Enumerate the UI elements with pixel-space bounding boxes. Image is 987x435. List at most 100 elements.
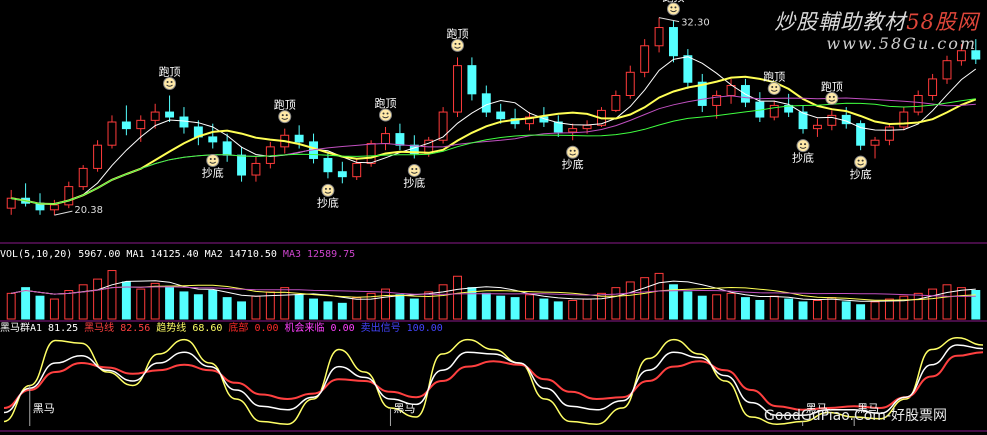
volume-bar bbox=[913, 292, 923, 320]
moving-average-line bbox=[11, 56, 977, 205]
volume-bar bbox=[942, 284, 952, 320]
candle-body bbox=[179, 116, 189, 128]
candle-body bbox=[467, 65, 477, 95]
smiley-eye bbox=[861, 159, 864, 162]
marker-label-top: 跑顶 bbox=[763, 69, 785, 83]
volume-bar bbox=[827, 297, 837, 320]
volume-bar bbox=[150, 282, 160, 320]
volume-bar bbox=[193, 294, 203, 320]
smiley-icon bbox=[666, 2, 680, 16]
candle-body bbox=[438, 111, 448, 141]
volume-bar bbox=[496, 295, 506, 320]
smiley-eye bbox=[458, 42, 461, 45]
marker-label-bottom: 抄底 bbox=[202, 166, 224, 180]
candle-body bbox=[453, 65, 462, 113]
volume-bar bbox=[798, 301, 808, 320]
volume-bar bbox=[481, 292, 491, 320]
price-low-label: 20.38 bbox=[74, 205, 103, 216]
marker-label-bottom: 抄底 bbox=[317, 195, 339, 209]
candle-body bbox=[93, 144, 103, 169]
watermark-url: www.58Gu.com bbox=[826, 34, 977, 53]
readout-item: 卖出信号 100.00 bbox=[360, 323, 443, 334]
marker-label-bottom: 抄底 bbox=[562, 157, 584, 171]
smiley-icon bbox=[825, 91, 839, 105]
candle-body bbox=[150, 111, 160, 121]
volume-bar bbox=[337, 302, 347, 320]
readout-item: 趋势线 68.60 bbox=[156, 323, 223, 334]
smiley-eye bbox=[573, 149, 576, 152]
candle-body bbox=[251, 162, 261, 176]
smiley-eye bbox=[415, 167, 418, 170]
stock-chart-canvas: 32.3020.38跑顶抄底跑顶抄底跑顶抄底跑顶抄底跑顶跑顶抄底跑顶抄底 黑马黑… bbox=[0, 0, 987, 432]
volume-bar bbox=[769, 295, 779, 320]
volume-bar bbox=[294, 294, 304, 320]
volume-bar bbox=[525, 294, 534, 320]
candle-body bbox=[611, 94, 621, 111]
marker-label-top: 跑顶 bbox=[274, 98, 296, 112]
marker-label-bottom: 抄底 bbox=[850, 167, 872, 181]
smiley-icon bbox=[854, 155, 868, 169]
volume-bar bbox=[928, 288, 938, 320]
candle-body bbox=[496, 111, 506, 120]
volume-bar bbox=[78, 284, 88, 320]
candle-body bbox=[870, 139, 880, 146]
candle-body bbox=[669, 27, 678, 57]
candle-body bbox=[352, 162, 362, 178]
price-high-label: 32.30 bbox=[681, 18, 710, 29]
volume-bar bbox=[136, 288, 146, 320]
volume-bar bbox=[625, 281, 635, 320]
volume-bar bbox=[35, 295, 45, 320]
candle-body bbox=[582, 124, 592, 130]
smiley-eye bbox=[674, 6, 677, 9]
marker-label-top: 跑顶 bbox=[375, 96, 397, 110]
smiley-eye bbox=[454, 42, 457, 45]
volume-bar bbox=[381, 288, 390, 320]
volume-bar bbox=[884, 298, 894, 320]
readout-item: 底部 0.00 bbox=[228, 323, 279, 334]
volume-bar bbox=[395, 294, 405, 320]
marker-label-bottom: 抄底 bbox=[792, 151, 814, 165]
smiley-eye bbox=[281, 114, 284, 117]
candle-body bbox=[337, 171, 347, 178]
volume-bar bbox=[611, 287, 621, 320]
smiley-icon bbox=[767, 81, 781, 95]
smiley-eye bbox=[166, 80, 169, 83]
volume-bar bbox=[654, 272, 664, 320]
volume-bar bbox=[179, 291, 189, 320]
high-pointer bbox=[658, 17, 680, 23]
volume-bar bbox=[323, 301, 333, 320]
candle-body bbox=[884, 126, 894, 141]
smiley-eye bbox=[209, 158, 212, 161]
indicator-readout-bar: 黑马群A1 81.25 黑马线 82.56 趋势线 68.60 底部 0.00 机会来临… bbox=[0, 322, 449, 335]
volume-bar bbox=[6, 292, 16, 320]
candle-body bbox=[798, 111, 808, 130]
volume-bar bbox=[93, 278, 103, 320]
candle-body bbox=[481, 93, 491, 113]
smiley-eye bbox=[386, 112, 389, 115]
volume-bar bbox=[841, 301, 851, 320]
candle-body bbox=[568, 128, 578, 133]
readout-item: MA3 12589.75 bbox=[282, 249, 356, 260]
smiley-eye bbox=[670, 6, 673, 9]
volume-bar bbox=[553, 301, 563, 320]
candle-body bbox=[640, 45, 650, 73]
volume-bar bbox=[165, 285, 175, 320]
volume-bar bbox=[222, 297, 232, 320]
smiley-icon bbox=[451, 38, 465, 52]
smiley-eye bbox=[800, 143, 803, 146]
candle-body bbox=[683, 55, 693, 83]
marker-label-top: 跑顶 bbox=[821, 79, 843, 93]
smiley-eye bbox=[832, 95, 835, 98]
candle-body bbox=[323, 157, 333, 173]
candle-body bbox=[899, 111, 909, 128]
volume-bar bbox=[568, 299, 578, 320]
readout-item: 黑马群A1 81.25 bbox=[0, 323, 79, 334]
candle-body bbox=[942, 60, 952, 80]
volume-bar bbox=[812, 299, 822, 320]
smiley-icon bbox=[321, 183, 335, 197]
candle-body bbox=[265, 146, 275, 164]
marker-label-top: 跑顶 bbox=[662, 0, 684, 4]
candle-body bbox=[294, 134, 304, 143]
candle-body bbox=[395, 133, 405, 146]
volume-bar bbox=[640, 277, 650, 320]
